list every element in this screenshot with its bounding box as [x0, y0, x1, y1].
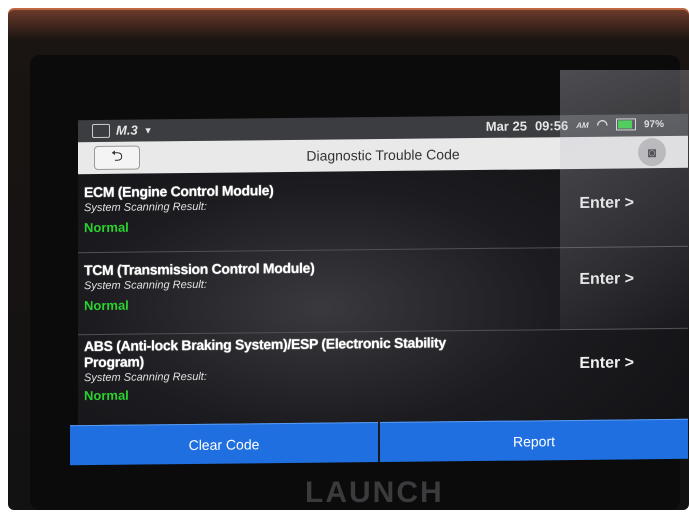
wifi-icon: ◠: [596, 116, 608, 132]
title-bar: ⮌ Diagnostic Trouble Code ◙: [78, 135, 688, 175]
system-result: Normal: [84, 219, 129, 236]
system-result: Normal: [84, 297, 129, 314]
screenshot-button[interactable]: ◙: [638, 138, 666, 167]
app-logo: M.3: [116, 122, 138, 138]
system-item-abs-esp[interactable]: ABS (Anti-lock Braking System)/ESP (Elec…: [84, 332, 674, 403]
system-item-tcm[interactable]: TCM (Transmission Control Module) System…: [84, 256, 674, 313]
divider: [78, 245, 688, 254]
photo: M.3 ▼ Mar 25 09:56 AM ◠ 97% ⮌ Diagnostic…: [0, 0, 689, 514]
enter-button[interactable]: Enter >: [579, 270, 634, 289]
page-title: Diagnostic Trouble Code: [306, 146, 460, 164]
report-button[interactable]: Report: [380, 418, 688, 463]
gallery-icon: [92, 123, 110, 138]
camera-icon: ◙: [647, 144, 657, 161]
enter-button[interactable]: Enter >: [579, 354, 634, 373]
dropdown-icon: ▼: [143, 124, 153, 136]
device-screen: M.3 ▼ Mar 25 09:56 AM ◠ 97% ⮌ Diagnostic…: [70, 113, 688, 466]
enter-button[interactable]: Enter >: [579, 194, 634, 213]
action-bar: Clear Code Report: [70, 418, 688, 466]
device-brand-logo: LAUNCH: [305, 476, 444, 509]
clear-code-button[interactable]: Clear Code: [70, 422, 378, 466]
status-time: 09:56: [534, 117, 569, 133]
status-ampm: AM: [576, 120, 589, 130]
system-result: Normal: [84, 387, 129, 404]
status-date: Mar 25: [485, 117, 527, 134]
system-name: ABS (Anti-lock Braking System)/ESP (Elec…: [84, 334, 446, 371]
battery-icon: [615, 118, 636, 131]
battery-level: 97%: [643, 118, 664, 130]
system-item-ecm[interactable]: ECM (Engine Control Module) System Scann…: [84, 178, 674, 235]
